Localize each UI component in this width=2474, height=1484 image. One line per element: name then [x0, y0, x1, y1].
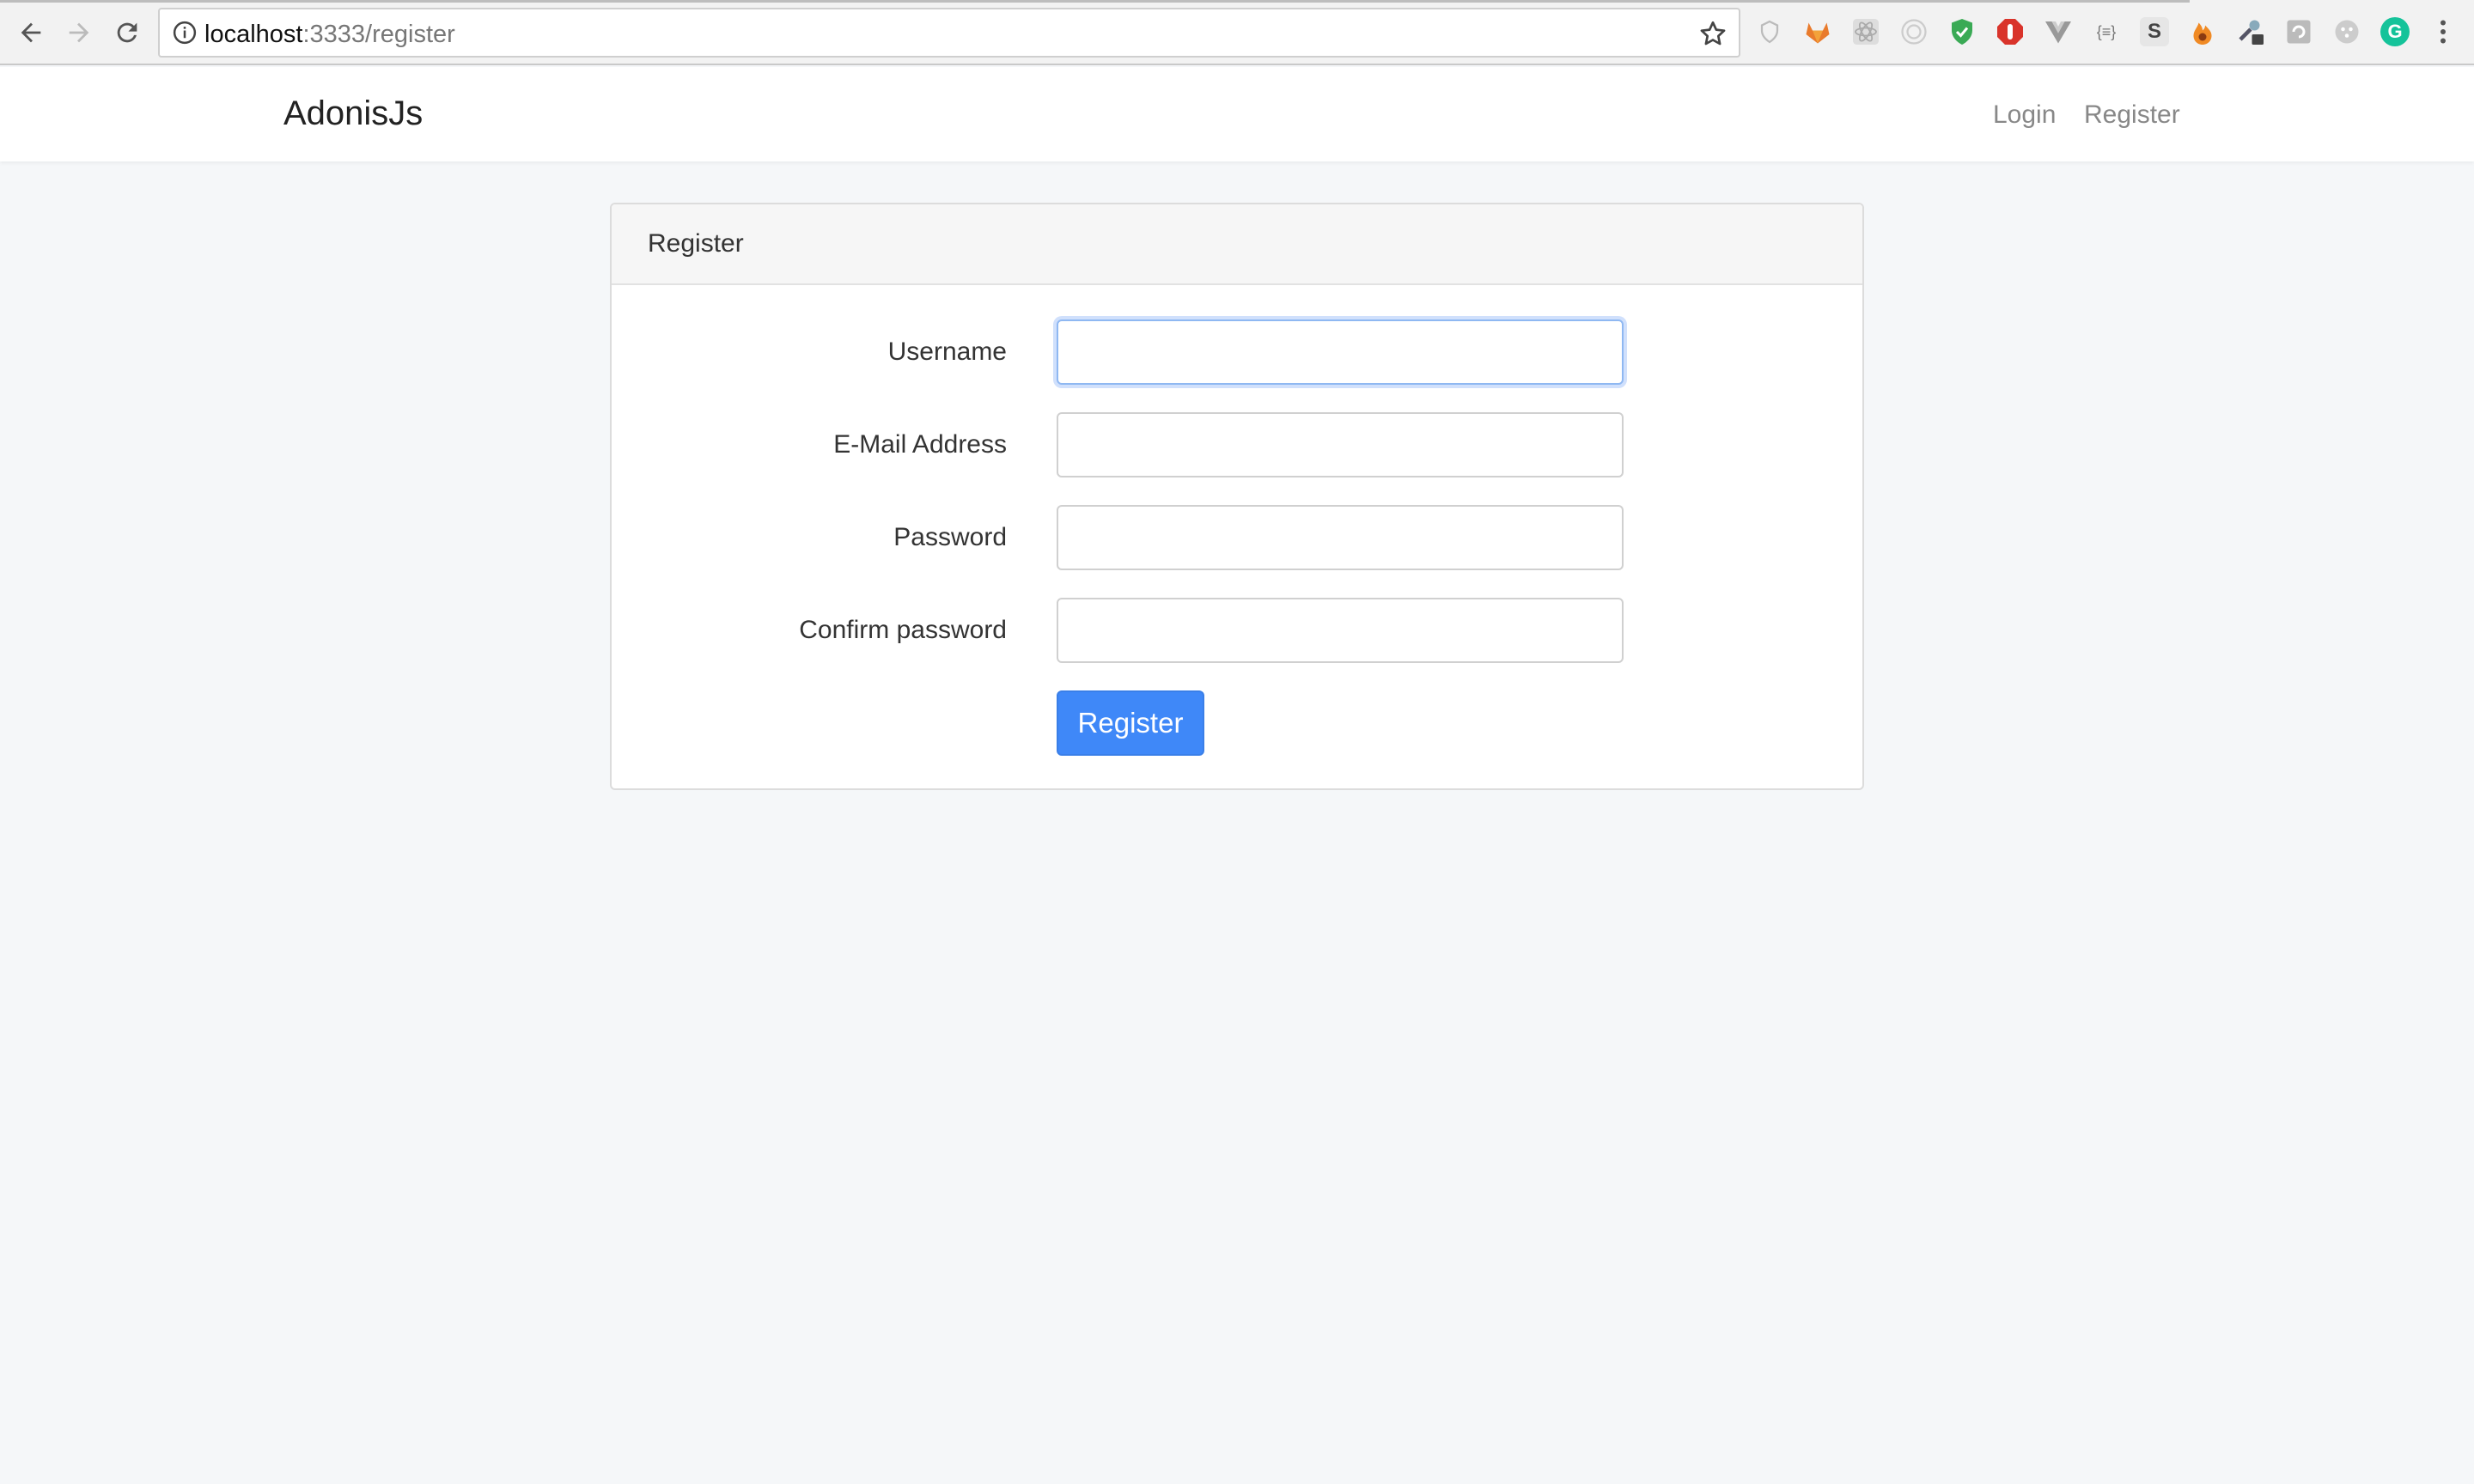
nav-register-link[interactable]: Register [2084, 98, 2180, 132]
gitlab-fox-icon [1806, 22, 1830, 44]
form-row-password: Password [612, 505, 1862, 570]
username-input[interactable] [1057, 319, 1624, 385]
password-input[interactable] [1057, 505, 1624, 570]
kebab-menu-icon [2440, 20, 2446, 44]
extension-vue-devtools[interactable] [2042, 15, 2075, 48]
extension-grey-refresh[interactable] [2282, 15, 2315, 48]
url-path: :3333/register [302, 21, 455, 48]
fire-icon [2193, 22, 2212, 45]
nav-login-link[interactable]: Login [1993, 98, 2056, 132]
back-button[interactable] [10, 12, 52, 53]
email-label: E-Mail Address [833, 430, 1007, 459]
form-row-confirm-password: Confirm password [612, 598, 1862, 663]
page-load-progress [0, 0, 2474, 3]
form-row-email: E-Mail Address [612, 412, 1862, 477]
extension-gitlab[interactable] [1801, 15, 1834, 48]
extension-react-devtools[interactable] [1849, 15, 1882, 48]
address-bar[interactable]: localhost:3333/register [158, 8, 1740, 58]
confirm-password-label: Confirm password [799, 616, 1007, 644]
extension-target[interactable] [1898, 15, 1930, 48]
extension-wrench-lock[interactable] [2234, 15, 2267, 48]
grey-refresh-square-icon [2287, 20, 2311, 44]
bookmark-star-icon[interactable] [1697, 18, 1728, 49]
extension-shield-outline[interactable] [1753, 15, 1786, 48]
wrench-lock-icon [2239, 20, 2264, 45]
register-card: Register Username E-Mail Address Passwor… [610, 203, 1864, 790]
react-atom-icon [1853, 19, 1879, 45]
forward-button[interactable] [58, 12, 100, 53]
s-badge-icon: S [2140, 17, 2169, 46]
extension-s-badge[interactable]: S [2138, 15, 2171, 48]
extension-json-viewer[interactable]: {≡} [2090, 15, 2123, 48]
shield-outline-icon [1760, 20, 1779, 44]
extension-red-octagon[interactable] [1994, 15, 2026, 48]
form-row-username: Username [612, 319, 1862, 385]
extension-grey-dots[interactable] [2331, 15, 2363, 48]
page-load-progress-fill [0, 0, 2190, 3]
brand-link[interactable]: AdonisJs [283, 91, 423, 136]
email-input[interactable] [1057, 412, 1624, 477]
card-header-title: Register [612, 204, 1862, 285]
app-navbar: AdonisJs Login Register [0, 67, 2474, 161]
address-bar-url[interactable]: localhost:3333/register [204, 20, 455, 49]
extension-green-shield[interactable] [1946, 15, 1978, 48]
grey-dots-circle-icon [2335, 20, 2359, 44]
reload-icon [117, 22, 137, 43]
browser-menu-button[interactable] [2427, 15, 2459, 48]
extension-fire[interactable] [2186, 15, 2219, 48]
arrow-left-icon [21, 22, 41, 43]
red-octagon-icon [1997, 19, 2023, 45]
extension-grammarly[interactable]: G [2379, 15, 2411, 48]
browser-toolbar: localhost:3333/register {≡} S G [0, 0, 2474, 65]
vue-v-icon [2045, 21, 2071, 44]
username-label: Username [887, 338, 1007, 366]
target-circle-icon [1901, 19, 1927, 45]
reload-button[interactable] [107, 12, 148, 53]
grammarly-icon: G [2380, 17, 2410, 46]
arrow-right-icon [69, 22, 89, 43]
info-circle-icon[interactable] [172, 20, 198, 46]
password-label: Password [893, 523, 1007, 551]
green-shield-check-icon [1952, 19, 1972, 45]
url-host: localhost [204, 21, 303, 48]
register-submit-button[interactable]: Register [1057, 690, 1204, 756]
confirm-password-input[interactable] [1057, 598, 1624, 663]
